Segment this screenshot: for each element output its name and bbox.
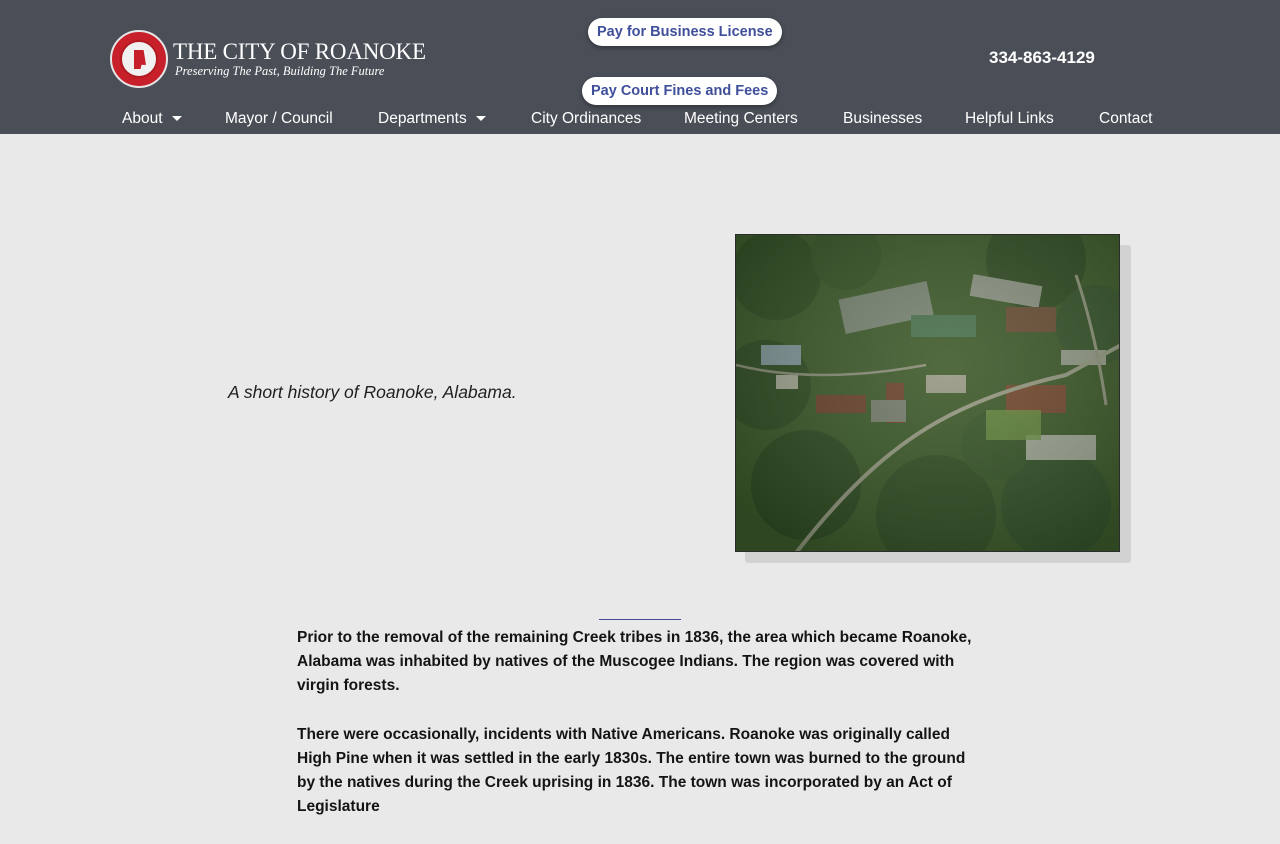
phone-number[interactable]: 334-863-4129	[989, 48, 1095, 68]
caret-down-icon	[171, 116, 182, 122]
city-logo[interactable]: THE CITY OF ROANOKE Preserving The Past,…	[110, 28, 426, 90]
site-header: THE CITY OF ROANOKE Preserving The Past,…	[0, 0, 1280, 134]
section-divider	[599, 619, 681, 620]
history-body: Prior to the removal of the remaining Cr…	[297, 626, 987, 844]
nav-item-businesses[interactable]: Businesses	[843, 110, 922, 128]
nav-item-about[interactable]: About	[122, 110, 182, 128]
nav-item-label: Meeting Centers	[684, 110, 798, 127]
main-nav: About Mayor / Council Departments City O…	[0, 110, 1280, 132]
nav-item-label: Departments	[378, 110, 467, 127]
pay-court-fines-button[interactable]: Pay Court Fines and Fees	[582, 77, 778, 105]
aerial-town-photo	[735, 234, 1120, 552]
logo-title: THE CITY OF ROANOKE	[173, 39, 426, 64]
nav-item-label: City Ordinances	[531, 110, 642, 127]
history-intro-heading: A short history of Roanoke, Alabama.	[228, 382, 517, 402]
history-paragraph: There were occasionally, incidents with …	[297, 726, 966, 815]
nav-item-label: About	[122, 110, 163, 127]
nav-item-label: Helpful Links	[965, 110, 1054, 127]
nav-item-helpful-links[interactable]: Helpful Links	[965, 110, 1054, 128]
city-seal-icon	[110, 30, 168, 88]
nav-item-label: Mayor / Council	[225, 110, 333, 127]
pay-business-license-button[interactable]: Pay for Business License	[588, 18, 782, 46]
nav-item-label: Contact	[1099, 110, 1153, 127]
nav-item-mayor-council[interactable]: Mayor / Council	[225, 110, 333, 128]
nav-item-meeting-centers[interactable]: Meeting Centers	[684, 110, 798, 128]
nav-item-departments[interactable]: Departments	[378, 110, 486, 128]
alabama-state-icon	[134, 50, 146, 69]
nav-item-label: Businesses	[843, 110, 923, 127]
history-paragraph: Prior to the removal of the remaining Cr…	[297, 629, 972, 694]
nav-item-city-ordinances[interactable]: City Ordinances	[531, 110, 641, 128]
logo-tagline: Preserving The Past, Building The Future	[175, 64, 385, 78]
caret-down-icon	[475, 116, 486, 122]
nav-item-contact[interactable]: Contact	[1099, 110, 1152, 128]
